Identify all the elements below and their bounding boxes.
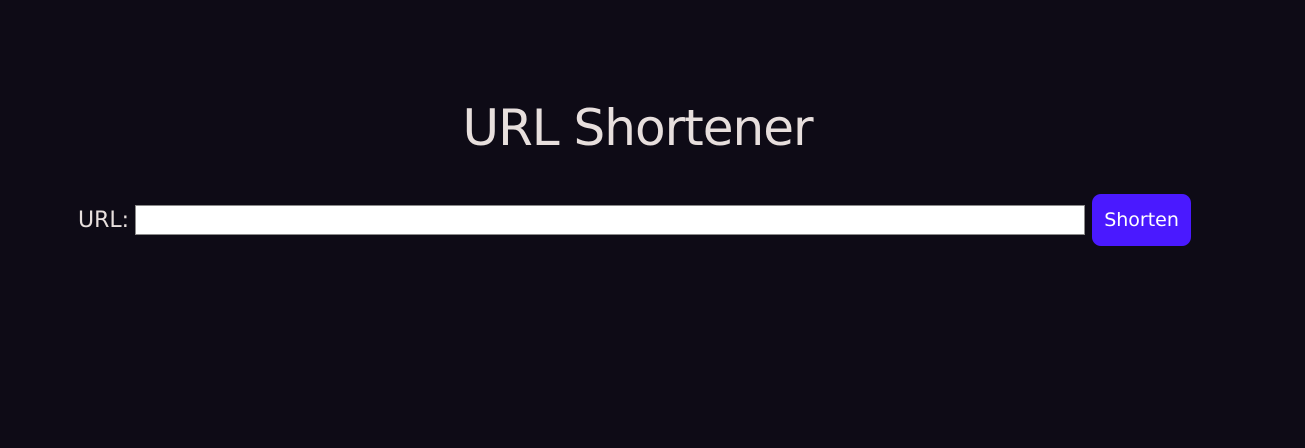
page: URL Shortener URL: Shorten: [0, 0, 1305, 448]
shorten-button[interactable]: Shorten: [1092, 194, 1192, 246]
page-title: URL Shortener: [462, 99, 813, 157]
url-input[interactable]: [135, 205, 1086, 235]
url-form: URL: Shorten: [78, 194, 1192, 246]
url-label: URL:: [78, 207, 130, 233]
